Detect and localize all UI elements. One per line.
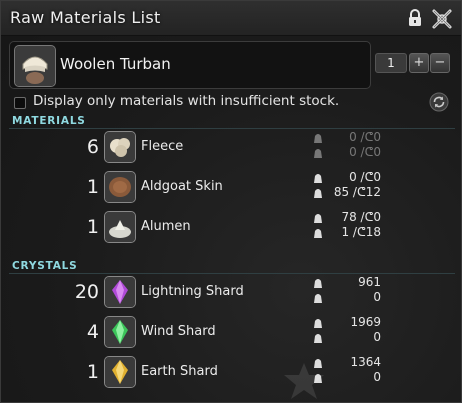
increase-quantity-button[interactable]: + (409, 53, 429, 73)
retainer-count: 1 /ᕦ18 (341, 225, 381, 239)
alumen-icon (104, 211, 136, 243)
required-quantity: 20 (74, 281, 99, 303)
retainer-count: 0 /ᕦ0 (349, 145, 381, 159)
inventory-count: 78 /ᕦ0 (341, 210, 381, 224)
material-name: Earth Shard (141, 364, 218, 379)
required-quantity: 1 (86, 361, 99, 383)
decrease-quantity-button[interactable]: − (430, 53, 450, 73)
retainer-count: 0 (373, 290, 381, 304)
material-name: Alumen (141, 219, 191, 234)
required-quantity: 1 (86, 216, 99, 238)
window-title: Raw Materials List (10, 8, 161, 27)
lock-icon[interactable] (407, 9, 423, 27)
crystal-row-lightning-shard[interactable]: 20 Lightning Shard 961 0 (1, 274, 461, 312)
fleece-icon (104, 131, 136, 163)
aldgoat-skin-icon (104, 171, 136, 203)
inventory-count: 0 /ᕦ0 (349, 170, 381, 184)
close-icon[interactable] (431, 8, 453, 30)
refresh-icon[interactable] (429, 92, 449, 112)
material-name: Aldgoat Skin (141, 179, 223, 194)
insufficient-stock-checkbox[interactable] (14, 97, 26, 109)
material-name: Fleece (141, 139, 184, 154)
recipe-item-box: Woolen Turban (9, 41, 371, 89)
hq-icon: ᕦ (356, 225, 366, 239)
insufficient-stock-label: Display only materials with insufficient… (33, 93, 340, 109)
inventory-count: 961 (358, 275, 381, 289)
woolen-turban-icon (14, 45, 56, 87)
recipe-item-name: Woolen Turban (60, 55, 171, 73)
material-name: Wind Shard (141, 324, 216, 339)
hq-icon: ᕦ (356, 185, 366, 199)
retainer-count: 0 (373, 330, 381, 344)
material-row-aldgoat-skin[interactable]: 1 Aldgoat Skin 0 /ᕦ0 85 /ᕦ12 (1, 169, 461, 207)
quantity-field[interactable]: 1 (375, 53, 407, 73)
crystal-row-earth-shard[interactable]: 1 Earth Shard 1364 0 (1, 354, 461, 392)
inventory-count: 1969 (350, 315, 381, 329)
wind-shard-icon (104, 316, 136, 348)
required-quantity: 6 (86, 136, 99, 158)
crystals-section-header: CRYSTALS (12, 260, 78, 272)
inventory-count: 0 /ᕦ0 (349, 130, 381, 144)
lightning-shard-icon (104, 276, 136, 308)
retainer-count: 85 /ᕦ12 (333, 185, 381, 199)
title-bar[interactable]: Raw Materials List (1, 1, 461, 36)
material-row-alumen[interactable]: 1 Alumen 78 /ᕦ0 1 /ᕦ18 (1, 209, 461, 247)
crystal-row-wind-shard[interactable]: 4 Wind Shard 1969 0 (1, 314, 461, 352)
material-name: Lightning Shard (141, 284, 244, 299)
material-row-fleece[interactable]: 6 Fleece 0 /ᕦ0 0 /ᕦ0 (1, 129, 461, 167)
required-quantity: 1 (86, 176, 99, 198)
materials-section-header: MATERIALS (12, 115, 86, 127)
background-emblem (284, 363, 324, 399)
earth-shard-icon (104, 356, 136, 388)
required-quantity: 4 (86, 321, 99, 343)
raw-materials-window: Raw Materials List Woolen Turban 1 + − D… (0, 0, 462, 403)
